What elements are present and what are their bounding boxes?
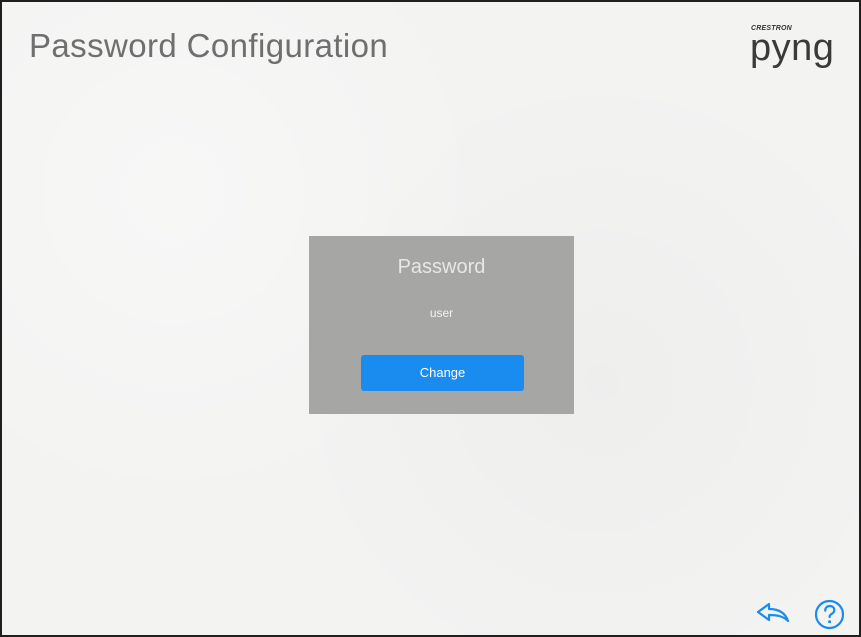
back-button[interactable] bbox=[756, 601, 790, 627]
change-button[interactable]: Change bbox=[361, 355, 524, 391]
password-panel: Password user Change bbox=[309, 236, 574, 414]
page-title: Password Configuration bbox=[29, 27, 389, 64]
password-panel-title: Password bbox=[397, 256, 486, 278]
logo-word: pyng bbox=[750, 27, 835, 69]
password-configuration-screen: Password Configuration CRESTRON pyng Pas… bbox=[0, 0, 861, 637]
help-icon bbox=[814, 599, 845, 630]
password-username: user bbox=[429, 306, 454, 320]
help-button[interactable] bbox=[814, 599, 845, 630]
crestron-pyng-logo: CRESTRON pyng bbox=[750, 25, 842, 80]
back-arrow-icon bbox=[756, 601, 790, 627]
